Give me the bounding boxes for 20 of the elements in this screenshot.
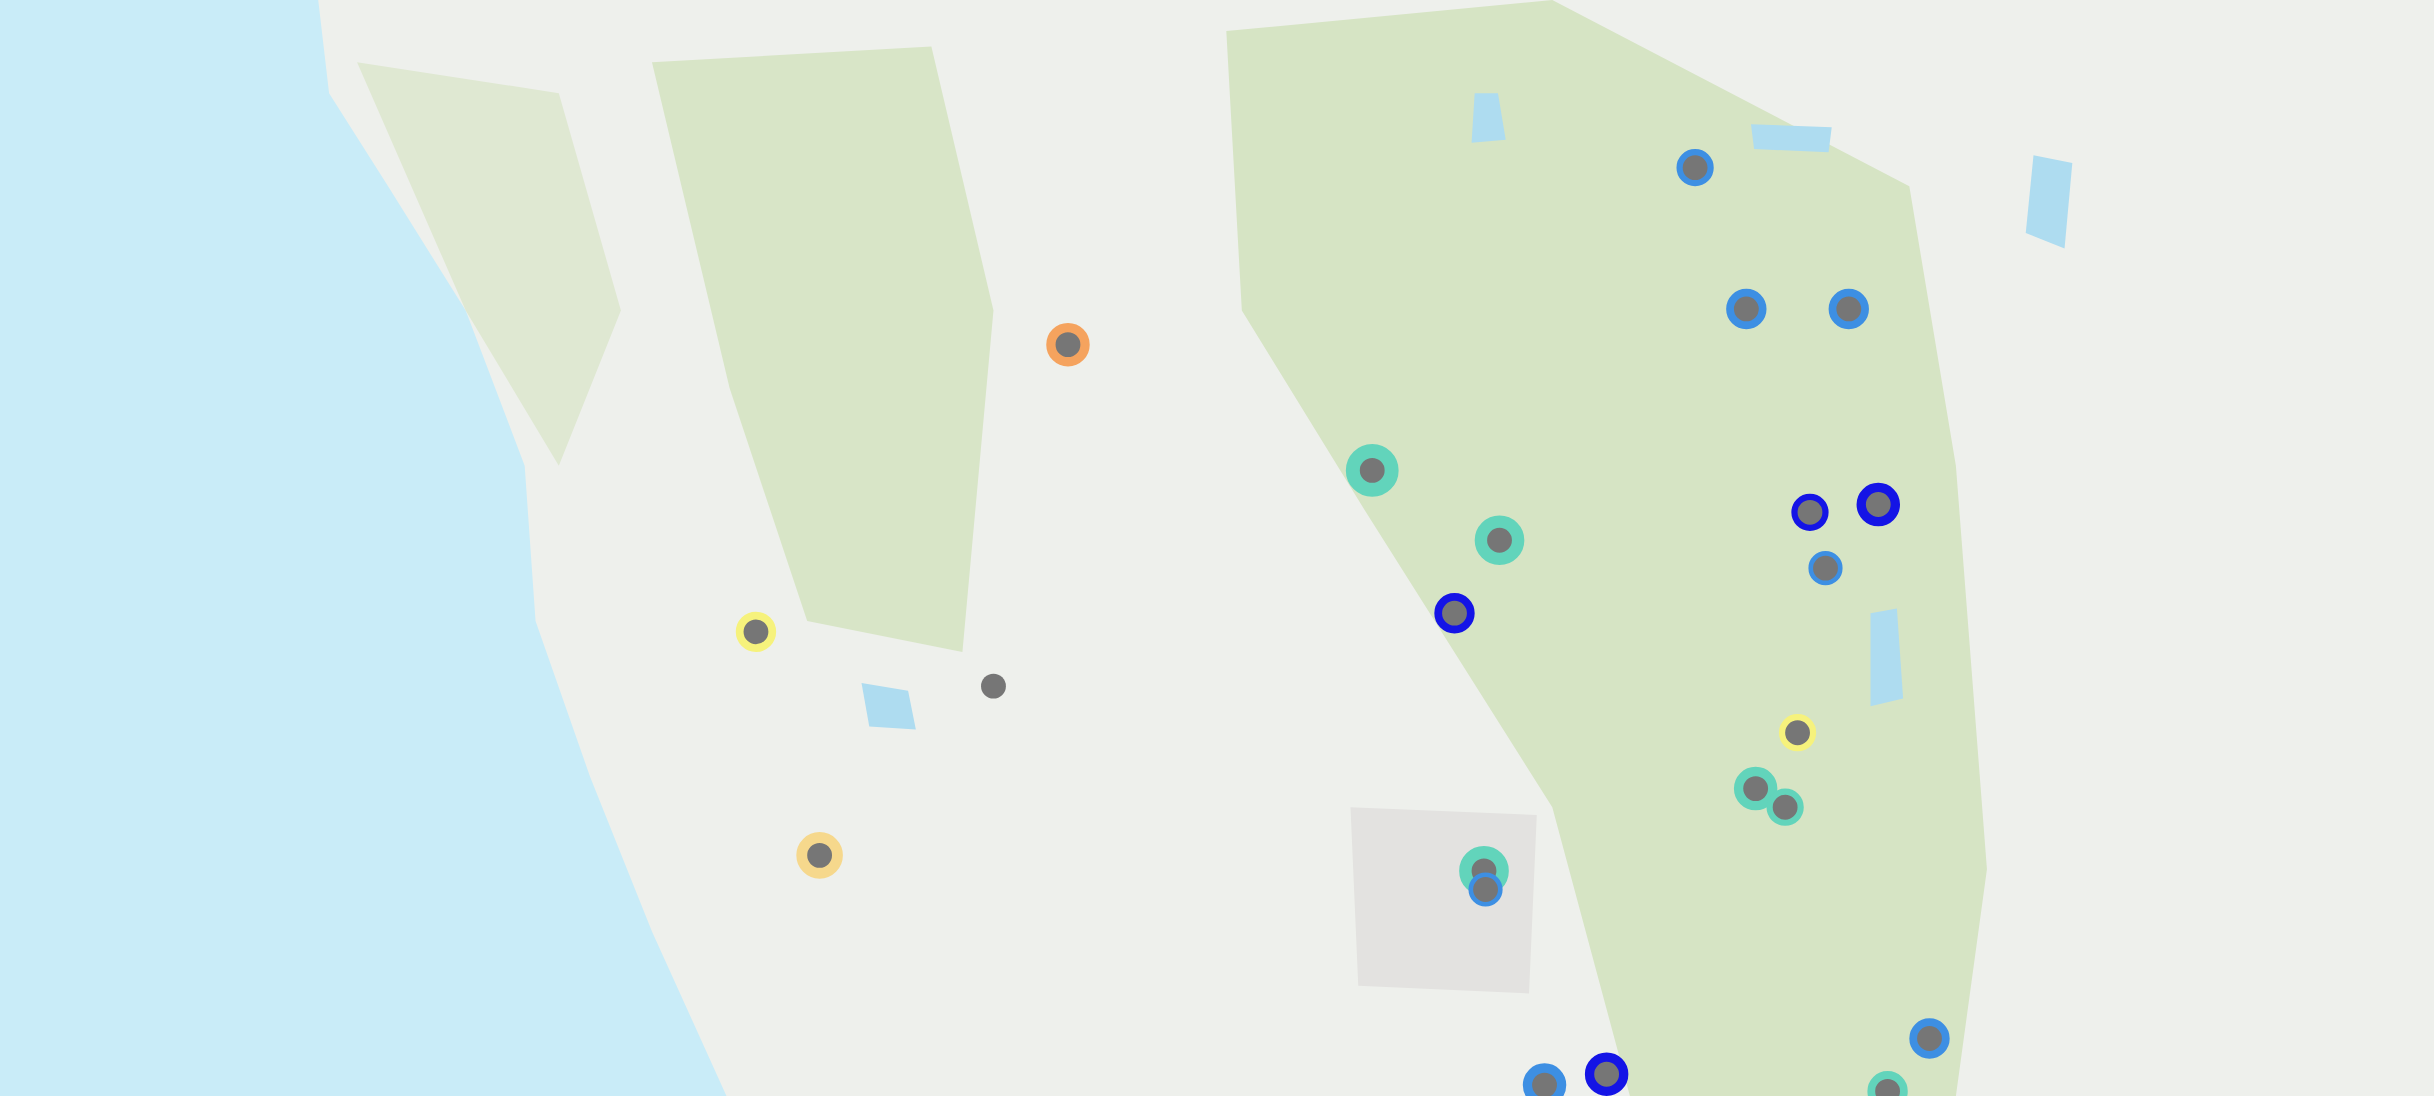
map-marker[interactable] [1474, 515, 1525, 566]
map-marker[interactable] [1733, 766, 1778, 811]
map-marker[interactable] [981, 673, 1006, 699]
lake-shape [861, 683, 916, 730]
map-marker[interactable] [1434, 593, 1475, 634]
map-marker[interactable] [1468, 872, 1503, 907]
map-marker[interactable] [1584, 1052, 1629, 1096]
map-marker[interactable] [1676, 149, 1714, 187]
map-marker[interactable] [1808, 551, 1843, 586]
map-marker[interactable] [1867, 1071, 1908, 1096]
map-marker[interactable] [1046, 322, 1090, 367]
map-marker[interactable] [1766, 788, 1804, 826]
map-marker[interactable] [1856, 482, 1900, 527]
map-marker[interactable] [1791, 493, 1829, 531]
map-marker[interactable] [1522, 1063, 1567, 1096]
map-marker[interactable] [1726, 288, 1767, 330]
map-marker[interactable] [1828, 288, 1869, 330]
lake-shape [1471, 93, 1506, 143]
map-marker[interactable] [1909, 1018, 1950, 1059]
map-marker[interactable] [1345, 444, 1399, 497]
